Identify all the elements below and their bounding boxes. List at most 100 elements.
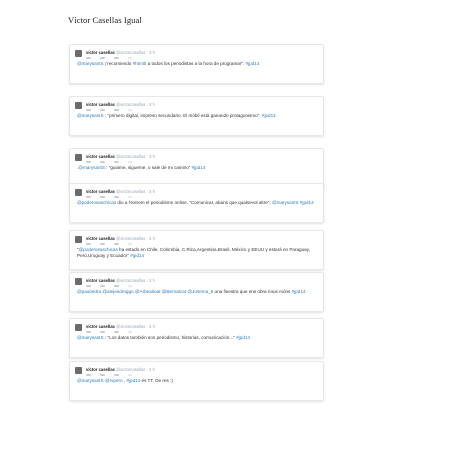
tweet-link[interactable]: @marysantS [272, 200, 299, 205]
more-icon[interactable]: ••• [128, 330, 133, 334]
tweet-card[interactable]: víctor casellas @victorcasellas · 3 h •••… [69, 96, 324, 136]
avatar[interactable] [75, 189, 82, 196]
tweet-link[interactable]: @marysantS [77, 335, 104, 340]
more-icon[interactable]: ••• [128, 242, 133, 246]
retweet-icon[interactable] [100, 284, 105, 287]
tweet-card[interactable]: víctor casellas @victorcasellas · 3 h •••… [69, 44, 324, 84]
tweet-actions: ••• [86, 329, 133, 334]
tweet-actions: ••• [86, 194, 133, 199]
more-icon[interactable]: ••• [128, 56, 133, 60]
retweet-icon[interactable] [100, 242, 105, 245]
more-icon[interactable]: ••• [128, 108, 133, 112]
tweet-link[interactable]: .@marysantS [77, 165, 105, 170]
tweet-link[interactable]: @poderosaschicas [77, 200, 116, 205]
tweet-actions: ••• [86, 159, 133, 164]
tweet-text-segment: : "Los datos también son periodismo, his… [103, 335, 237, 340]
tweet-link[interactable]: #jpd14 [130, 253, 144, 258]
tweet-text-segment: a todos los periodistas a la hora de pro… [146, 61, 246, 66]
avatar[interactable] [75, 278, 82, 285]
retweet-icon[interactable] [100, 108, 105, 111]
tweet-link[interactable]: #jpd14 [126, 378, 140, 383]
tweet-actions: ••• [86, 107, 133, 112]
reply-icon[interactable] [86, 373, 91, 376]
tweet-card[interactable]: víctor casellas @victorcasellas · 3 h •••… [69, 148, 324, 188]
avatar[interactable] [75, 236, 82, 243]
retweet-icon[interactable] [100, 373, 105, 376]
document-title: Víctor Casellas Igual [68, 15, 142, 25]
avatar[interactable] [75, 324, 82, 331]
more-icon[interactable]: ••• [128, 373, 133, 377]
avatar[interactable] [75, 154, 82, 161]
reply-icon[interactable] [86, 330, 91, 333]
more-icon[interactable]: ••• [128, 195, 133, 199]
retweet-icon[interactable] [100, 56, 105, 59]
avatar[interactable] [75, 367, 82, 374]
tweet-card[interactable]: víctor casellas @victorcasellas · 2 h •••… [69, 230, 324, 270]
tweet-actions: ••• [86, 55, 133, 60]
tweet-link[interactable]: #jpd14 [292, 289, 306, 294]
tweet-time[interactable]: 3 h [149, 154, 155, 159]
more-icon[interactable]: ••• [128, 284, 133, 288]
tweet-actions: ••• [86, 283, 133, 288]
retweet-icon[interactable] [100, 330, 105, 333]
tweet-time[interactable]: 2 h [149, 278, 155, 283]
more-icon[interactable]: ••• [128, 160, 133, 164]
tweet-time[interactable]: 2 h [149, 367, 155, 372]
tweet-text-segment: ¡'recomiendo [103, 61, 133, 66]
tweet-link[interactable]: #jpd14 [192, 165, 206, 170]
avatar[interactable] [75, 50, 82, 57]
tweet-text: "@poderosaschicas ha estado en Chile, Co… [77, 247, 316, 260]
tweet-link[interactable]: @alejandroggo [102, 289, 133, 294]
reply-icon[interactable] [86, 56, 91, 59]
tweet-link[interactable]: #jpd14 [246, 61, 260, 66]
tweet-text: @marysantS : "primero digital, impreso s… [77, 113, 316, 119]
favorite-icon[interactable] [114, 284, 119, 287]
tweet-card[interactable]: víctor casellas @victorcasellas · 3 h •••… [69, 183, 324, 223]
favorite-icon[interactable] [114, 330, 119, 333]
tweet-link[interactable]: @Josema_8 [187, 289, 213, 294]
reply-icon[interactable] [86, 108, 91, 111]
tweet-time[interactable]: 2 h [149, 324, 155, 329]
tweet-link[interactable]: @poderosaschicas [79, 247, 118, 252]
reply-icon[interactable] [86, 284, 91, 287]
favorite-icon[interactable] [114, 108, 119, 111]
tweet-link[interactable]: @Arbeaitoat [135, 289, 161, 294]
tweet-time[interactable]: 3 h [149, 189, 155, 194]
avatar[interactable] [75, 102, 82, 109]
tweet-text-segment: és TT. De res :) [140, 378, 173, 383]
tweet-link[interactable]: @Bernatcat [162, 289, 186, 294]
tweet-link[interactable]: @marysantS [77, 61, 104, 66]
tweet-link[interactable]: @marysantS [77, 113, 104, 118]
favorite-icon[interactable] [114, 56, 119, 59]
tweet-time[interactable]: 2 h [149, 236, 155, 241]
tweet-card[interactable]: víctor casellas @victorcasellas · 2 h •••… [69, 361, 324, 401]
tweet-link[interactable]: @marysantS [77, 378, 104, 383]
reply-icon[interactable] [86, 242, 91, 245]
favorite-icon[interactable] [114, 242, 119, 245]
favorite-icon[interactable] [114, 195, 119, 198]
tweet-card[interactable]: víctor casellas @victorcasellas · 2 h •••… [69, 318, 324, 358]
retweet-icon[interactable] [100, 195, 105, 198]
favorite-icon[interactable] [114, 160, 119, 163]
tweet-time[interactable]: 3 h [149, 102, 155, 107]
tweet-text: @marysantS ¡'recomiendo #html5 a todos l… [77, 61, 316, 67]
tweet-text-segment: diu a l'extrem el periodisme online. "Co… [116, 200, 272, 205]
tweet-link[interactable]: #jpd14 [300, 200, 314, 205]
retweet-icon[interactable] [100, 160, 105, 163]
tweet-text: @poderosaschicas diu a l'extrem el perio… [77, 200, 316, 206]
tweet-card[interactable]: víctor casellas @victorcasellas · 2 h •••… [69, 272, 324, 312]
reply-icon[interactable] [86, 195, 91, 198]
reply-icon[interactable] [86, 160, 91, 163]
favorite-icon[interactable] [114, 373, 119, 376]
tweet-actions: ••• [86, 372, 133, 377]
tweet-link[interactable]: #html5 [133, 61, 147, 66]
tweet-link[interactable]: @paubedra [77, 289, 101, 294]
tweet-time[interactable]: 3 h [149, 50, 155, 55]
tweet-actions: ••• [86, 241, 133, 246]
tweet-text-segment: : "guiame, sigueme, o sale de mi camino" [104, 165, 192, 170]
tweet-text-segment: : "primero digital, impreso secundario. … [103, 113, 262, 118]
tweet-link[interactable]: #jpd14 [262, 113, 276, 118]
tweet-text: @marysantS : "Los datos también son peri… [77, 335, 316, 341]
tweet-link[interactable]: #jpd14 [236, 335, 250, 340]
tweet-link[interactable]: @rvpero [105, 378, 123, 383]
